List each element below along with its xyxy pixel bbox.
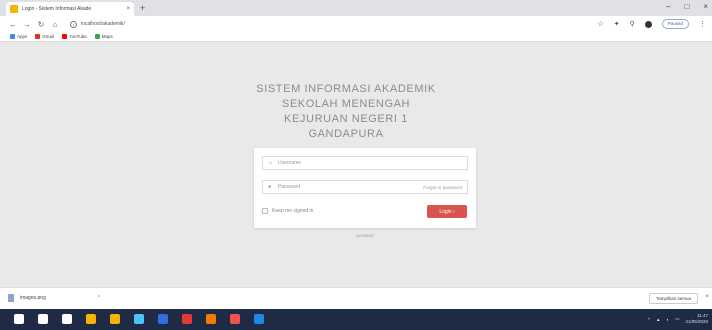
lock-icon: ■ — [268, 184, 272, 190]
maps-icon — [94, 34, 100, 39]
reload-icon[interactable]: ↻ — [34, 20, 48, 29]
notification-icon[interactable]: ▭ — [675, 316, 679, 322]
bookmark-youtube[interactable]: YouTube — [62, 34, 87, 39]
chevron-up-icon[interactable]: ^ — [98, 295, 100, 301]
title-line: SISTEM INFORMASI AKADEMIK — [256, 83, 436, 95]
login-arrow-icon: › — [452, 208, 455, 215]
bookmark-star-icon[interactable]: ☆ — [597, 20, 603, 28]
extension-icon[interactable]: ✦ — [614, 20, 620, 28]
forgot-password-link[interactable]: Forgot ur password — [423, 185, 462, 190]
network-icon[interactable]: ▲ — [656, 317, 660, 322]
password-field[interactable]: ■ Password Forgot ur password — [262, 180, 468, 194]
menu-kebab-icon[interactable]: ⋮ — [699, 20, 706, 28]
remember-label: Keep me signed in — [272, 208, 314, 214]
apps-grid-icon — [10, 34, 15, 39]
site-favicon-icon — [10, 5, 18, 13]
windows-taskbar: ^ ▲ ◐ ▭ 11.47 21/05/2020 — [0, 309, 712, 330]
chevron-up-icon[interactable]: ^ — [648, 317, 650, 322]
close-download-bar-icon[interactable]: × — [705, 294, 709, 300]
address-bar[interactable]: i localhost/akademik/ — [70, 18, 590, 30]
bookmark-gmail[interactable]: Gmail — [35, 34, 54, 39]
bookmark-apps[interactable]: Apps — [10, 34, 27, 39]
back-arrow-icon[interactable]: ← — [6, 20, 20, 29]
forward-arrow-icon[interactable]: → — [20, 20, 34, 29]
edge-browser-icon[interactable] — [86, 314, 96, 324]
browser-toolbar: ← → ↻ ⌂ i localhost/akademik/ ☆ ✦ ⚲ Paus… — [0, 16, 712, 32]
download-bar: images.png ^ Tampilkan semua × — [0, 287, 712, 309]
browser-tab[interactable]: Login - Sistem Informasi Akade × — [6, 2, 134, 16]
clock[interactable]: 11.47 21/05/2020 — [685, 313, 708, 325]
school-title: SISTEM INFORMASI AKADEMIK SEKOLAH MENENG… — [246, 82, 446, 142]
chrome-icon[interactable] — [158, 314, 168, 324]
remember-checkbox[interactable] — [262, 208, 268, 214]
toolbar-right: ☆ ✦ ⚲ Paused ⋮ — [597, 19, 706, 29]
youtube-icon — [62, 34, 68, 39]
app-icon[interactable] — [254, 314, 264, 324]
bookmark-label: Maps — [101, 34, 113, 39]
username-field[interactable]: ☺ Username — [262, 156, 468, 170]
task-view-icon[interactable] — [62, 314, 72, 324]
system-tray: ^ ▲ ◐ ▭ 11.47 21/05/2020 — [648, 313, 708, 325]
bookmark-label: Apps — [17, 34, 28, 39]
bookmarks-bar: Apps Gmail YouTube Maps — [0, 32, 712, 42]
login-label: Login — [439, 208, 452, 215]
file-explorer-icon[interactable] — [110, 314, 120, 324]
profile-avatar[interactable] — [644, 20, 652, 28]
app-icon[interactable] — [182, 314, 192, 324]
close-tab-icon[interactable]: × — [126, 6, 130, 12]
bookmark-label: YouTube — [69, 34, 87, 39]
download-file-name: images.png — [20, 295, 46, 301]
username-placeholder: Username — [278, 160, 302, 166]
site-info-icon[interactable]: i — [70, 20, 77, 28]
home-icon[interactable]: ⌂ — [48, 20, 62, 29]
user-icon: ☺ — [268, 160, 274, 166]
password-placeholder: Password — [278, 184, 300, 190]
taskbar-icons — [14, 314, 264, 324]
search-icon[interactable] — [38, 314, 48, 324]
store-icon[interactable] — [134, 314, 144, 324]
address-url: localhost/akademik/ — [81, 21, 125, 27]
image-file-icon — [8, 294, 14, 302]
bookmark-label: Gmail — [42, 34, 55, 39]
xampp-icon[interactable] — [206, 314, 216, 324]
title-line: KEJURUAN NEGERI 1 — [284, 113, 408, 125]
bookmark-maps[interactable]: Maps — [94, 34, 113, 39]
login-button[interactable]: Login › — [427, 205, 467, 218]
minimize-button[interactable]: – — [666, 2, 670, 11]
pdf-reader-icon[interactable] — [230, 314, 240, 324]
tab-title: Login - Sistem Informasi Akade — [22, 6, 92, 12]
title-line: SEKOLAH MENENGAH — [281, 98, 411, 110]
window-controls: – □ × — [666, 2, 708, 11]
show-all-button[interactable]: Tampilkan semua — [648, 293, 698, 304]
maximize-button[interactable]: □ — [684, 2, 689, 11]
clock-date: 21/05/2020 — [685, 319, 708, 324]
windows-start-icon[interactable] — [14, 314, 24, 324]
title-line: GANDAPURA — [308, 128, 384, 140]
below-card-text: [unclear] — [356, 233, 374, 238]
new-tab-button[interactable]: + — [140, 3, 145, 13]
download-item[interactable]: images.png ^ — [8, 294, 100, 302]
login-card: ☺ Username ■ Password Forgot ur password… — [254, 148, 476, 228]
close-window-button[interactable]: × — [703, 2, 708, 11]
paused-badge[interactable]: Paused — [661, 19, 689, 29]
remember-me[interactable]: Keep me signed in — [262, 208, 313, 214]
browser-tab-strip: Login - Sistem Informasi Akade × + – □ × — [0, 0, 712, 16]
volume-icon[interactable]: ◐ — [666, 317, 669, 322]
gmail-icon — [35, 34, 41, 39]
search-icon[interactable]: ⚲ — [630, 20, 635, 28]
